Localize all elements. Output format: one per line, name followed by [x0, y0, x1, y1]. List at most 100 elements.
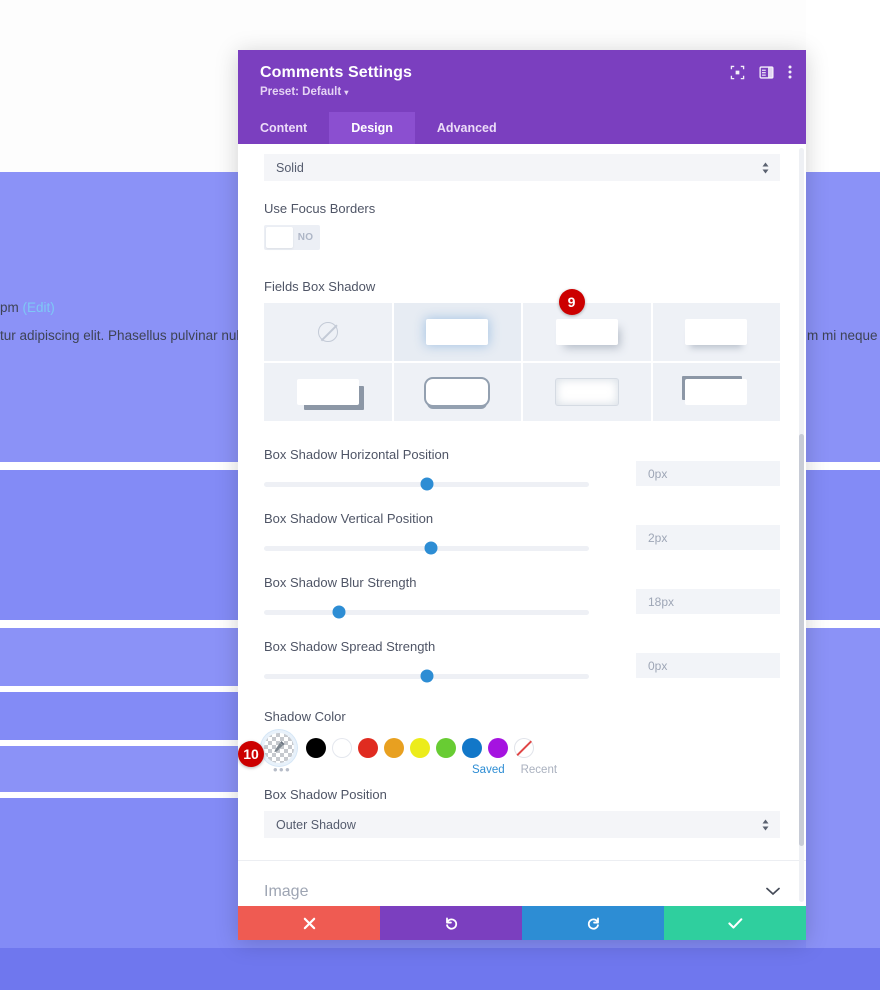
swatch-black[interactable]	[306, 738, 326, 758]
box-shadow-spread-slider[interactable]	[264, 674, 589, 679]
comment-body-left: tur adipiscing elit. Phasellus pulvinar …	[0, 328, 269, 343]
toggle-knob	[266, 227, 293, 248]
comment-row-right	[806, 172, 880, 462]
box-shadow-position-label: Box Shadow Position	[264, 787, 780, 802]
box-shadow-vertical-input[interactable]: 2px	[636, 525, 780, 550]
chevron-down-icon: ▾	[344, 88, 348, 97]
shadow-color-swatches: 10 •••	[264, 733, 780, 763]
slider-knob[interactable]	[332, 606, 345, 619]
save-button[interactable]	[664, 906, 806, 940]
expand-icon[interactable]	[730, 65, 745, 85]
box-shadow-position-select[interactable]: Outer Shadow	[264, 811, 780, 838]
box-shadow-preset-hard-offset[interactable]	[264, 363, 392, 421]
modal-footer-actions	[238, 906, 806, 940]
use-focus-borders-toggle[interactable]: NO	[264, 225, 320, 250]
row-divider	[806, 620, 880, 628]
section-image[interactable]: Image	[238, 860, 806, 906]
box-shadow-preset-grid: 9	[264, 303, 780, 421]
swatch-transparent[interactable]	[514, 738, 534, 758]
swatch-red[interactable]	[358, 738, 378, 758]
color-picker-button[interactable]	[264, 733, 294, 763]
box-shadow-horizontal-slider[interactable]	[264, 482, 589, 487]
tab-saved-colors[interactable]: Saved	[472, 764, 505, 776]
select-arrows-icon	[762, 162, 769, 174]
fields-box-shadow-label: Fields Box Shadow	[264, 279, 780, 294]
undo-button[interactable]	[380, 906, 522, 940]
comment-meta: pm (Edit)	[0, 300, 55, 315]
slider-knob[interactable]	[425, 542, 438, 555]
more-colors-icon[interactable]: •••	[273, 763, 291, 776]
box-shadow-vertical-row: Box Shadow Vertical Position 2px	[264, 511, 780, 561]
box-shadow-preset-outline-rounded[interactable]	[394, 363, 522, 421]
select-arrows-icon	[762, 819, 769, 831]
preset-preview	[297, 379, 359, 405]
box-shadow-blur-slider[interactable]	[264, 610, 589, 615]
section-image-title: Image	[264, 883, 308, 901]
box-shadow-blur-input[interactable]: 18px	[636, 589, 780, 614]
eyedropper-icon	[272, 740, 286, 757]
preset-label: Preset: Default	[260, 86, 341, 98]
box-shadow-preset-top-left[interactable]	[653, 363, 781, 421]
no-shadow-icon	[318, 322, 338, 342]
step-badge-9: 9	[559, 289, 585, 315]
box-shadow-preset-inner[interactable]	[523, 363, 651, 421]
slider-knob[interactable]	[420, 670, 433, 683]
modal-header-actions	[730, 64, 792, 85]
box-shadow-position-value: Outer Shadow	[276, 818, 356, 832]
layout-panel-icon[interactable]	[759, 65, 774, 85]
use-focus-borders-label: Use Focus Borders	[264, 201, 780, 216]
step-badge-10: 10	[238, 741, 264, 767]
color-palette-tabs: Saved Recent	[472, 764, 557, 776]
swatch-white[interactable]	[332, 738, 352, 758]
box-shadow-preset-bottom[interactable]	[653, 303, 781, 361]
box-shadow-spread-input[interactable]: 0px	[636, 653, 780, 678]
comments-settings-modal: Comments Settings Preset: Default ▾	[238, 50, 806, 940]
redo-button[interactable]	[522, 906, 664, 940]
swatch-yellow[interactable]	[410, 738, 430, 758]
cancel-button[interactable]	[238, 906, 380, 940]
shadow-color-label: Shadow Color	[264, 709, 780, 724]
comment-edit-link[interactable]: (Edit)	[23, 300, 55, 315]
box-shadow-spread-label: Box Shadow Spread Strength	[264, 639, 589, 654]
preset-preview	[426, 319, 488, 345]
box-shadow-preset-none[interactable]	[264, 303, 392, 361]
box-shadow-preset-glow[interactable]: 9	[394, 303, 522, 361]
modal-scrollbar-thumb[interactable]	[799, 434, 804, 846]
comment-time: pm	[0, 300, 19, 315]
box-shadow-horizontal-row: Box Shadow Horizontal Position 0px	[264, 447, 780, 497]
preset-preview	[685, 379, 747, 405]
tab-design[interactable]: Design	[329, 112, 415, 144]
swatch-blue[interactable]	[462, 738, 482, 758]
box-shadow-preset-soft-right[interactable]	[523, 303, 651, 361]
page-footer-band	[0, 948, 880, 990]
box-shadow-spread-row: Box Shadow Spread Strength 0px	[264, 639, 780, 689]
box-shadow-vertical-slider[interactable]	[264, 546, 589, 551]
modal-tabs: Content Design Advanced	[238, 112, 806, 144]
preset-preview	[685, 319, 747, 345]
modal-header: Comments Settings Preset: Default ▾	[238, 50, 806, 112]
tab-recent-colors[interactable]: Recent	[521, 764, 557, 776]
preset-preview	[556, 319, 618, 345]
comment-row-right	[806, 628, 880, 948]
swatch-purple[interactable]	[488, 738, 508, 758]
border-style-select[interactable]: Solid	[264, 154, 780, 181]
comment-body-right: m mi neque c	[807, 328, 880, 343]
preset-preview	[426, 379, 488, 405]
box-shadow-horizontal-input[interactable]: 0px	[636, 461, 780, 486]
border-style-value: Solid	[276, 161, 304, 175]
box-shadow-blur-label: Box Shadow Blur Strength	[264, 575, 589, 590]
toggle-state-label: NO	[293, 232, 318, 243]
swatch-green[interactable]	[436, 738, 456, 758]
tab-advanced[interactable]: Advanced	[415, 112, 519, 144]
modal-body: Solid Use Focus Borders NO Fields Box Sh…	[238, 144, 806, 906]
slider-knob[interactable]	[420, 478, 433, 491]
box-shadow-horizontal-label: Box Shadow Horizontal Position	[264, 447, 589, 462]
chevron-down-icon	[766, 884, 780, 899]
more-vertical-icon[interactable]	[788, 64, 792, 85]
tab-content[interactable]: Content	[238, 112, 329, 144]
row-divider	[806, 462, 880, 470]
comment-row-right	[806, 470, 880, 620]
swatch-orange[interactable]	[384, 738, 404, 758]
preset-selector[interactable]: Preset: Default ▾	[260, 86, 788, 98]
modal-title: Comments Settings	[260, 64, 788, 82]
